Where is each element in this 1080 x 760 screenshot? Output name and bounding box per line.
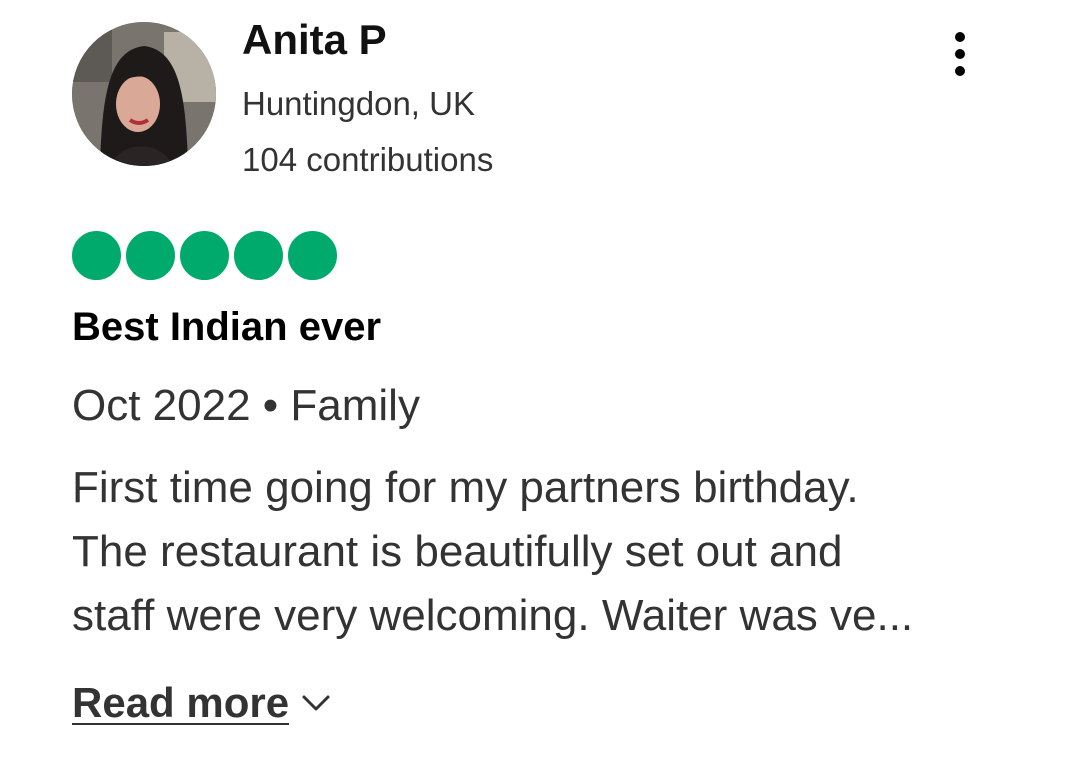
review-meta: Oct 2022 • Family	[72, 381, 420, 430]
more-options-button[interactable]	[934, 22, 986, 86]
rating-bubble-filled	[288, 231, 337, 280]
review-title: Best Indian ever	[72, 305, 382, 349]
review-body-line: staff were very welcoming. Waiter was ve…	[72, 591, 914, 640]
author-avatar[interactable]	[72, 22, 216, 166]
author-contributions: 104 contributions	[242, 141, 494, 178]
rating-bubble-filled	[72, 231, 121, 280]
rating-bubble-filled	[126, 231, 175, 280]
more-vertical-icon-dot	[955, 49, 965, 59]
review-body-line: First time going for my partners birthda…	[72, 463, 859, 512]
chevron-down-icon	[301, 693, 331, 713]
author-location: Huntingdon, UK	[242, 85, 475, 122]
review-body: First time going for my partners birthda…	[72, 456, 1032, 648]
more-vertical-icon-dot	[955, 66, 965, 76]
rating-bubbles	[72, 231, 337, 280]
avatar-photo	[72, 22, 216, 166]
rating-bubble-filled	[234, 231, 283, 280]
more-vertical-icon	[955, 32, 965, 42]
author-name[interactable]: Anita P	[242, 14, 387, 66]
read-more-label: Read more	[72, 679, 290, 726]
rating-bubble-filled	[180, 231, 229, 280]
review-body-line: The restaurant is beautifully set out an…	[72, 527, 843, 576]
read-more-button[interactable]: Read more	[72, 676, 331, 730]
review-card: Anita P Huntingdon, UK 104 contributions…	[0, 0, 1080, 760]
